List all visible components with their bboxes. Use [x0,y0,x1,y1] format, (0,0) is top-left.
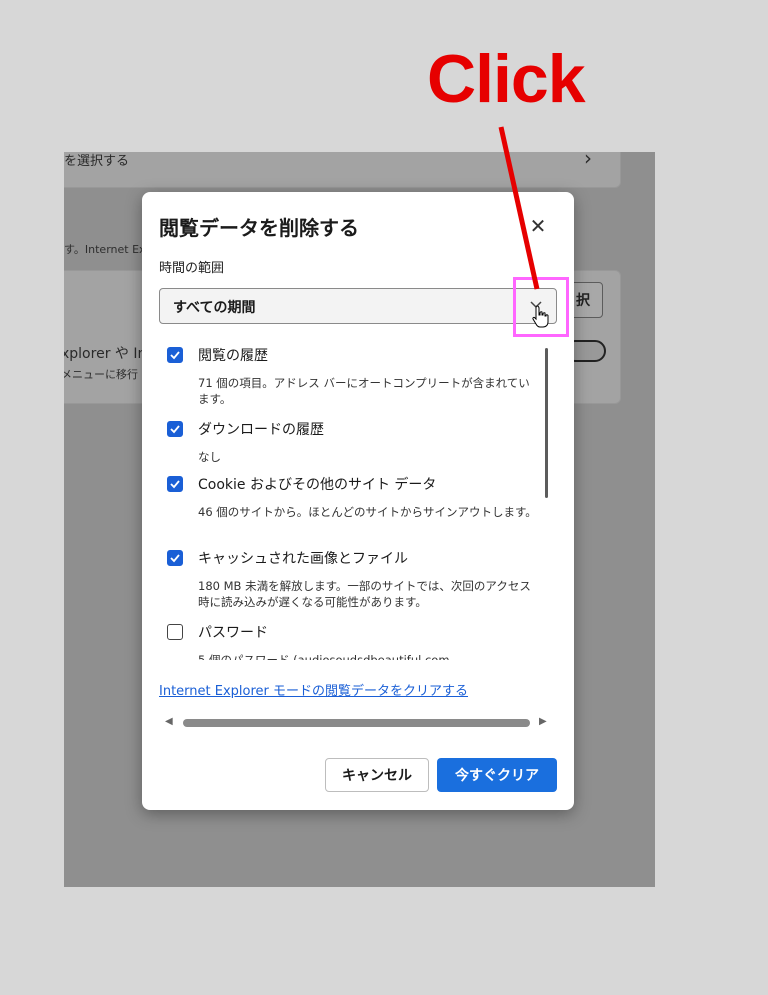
chevron-right-icon[interactable]: › [584,152,592,170]
settings-ie-option-label: xplorer や In [64,346,147,362]
checkbox-browsing-history[interactable] [167,347,183,363]
item-label: 閲覧の履歴 [198,348,268,364]
settings-ie-option-subtext: メニューに移行 [64,368,138,381]
checkbox-cached-images[interactable] [167,550,183,566]
time-range-select[interactable]: すべての期間 [159,288,557,324]
annotation-click-label: Click [427,41,586,117]
clear-now-button[interactable]: 今すぐクリア [437,758,557,792]
hand-cursor-icon [532,305,549,328]
settings-ie-description: す。Internet Ex [64,243,146,256]
list-item-passwords[interactable]: パスワード 5 個のパスワード (audiosoudsdbeautiful.co… [159,622,529,660]
dialog-title: 閲覧データを削除する [159,216,359,240]
horizontal-scrollbar[interactable] [183,719,530,727]
settings-select-button-label: 択 [576,293,590,309]
time-range-value: すべての期間 [173,300,256,316]
list-item-download-history[interactable]: ダウンロードの履歴 なし [159,419,529,464]
scroll-left-icon[interactable]: ◀ [165,716,173,727]
checkbox-download-history[interactable] [167,421,183,437]
cancel-button[interactable]: キャンセル [325,758,429,792]
item-description: なし [198,450,221,464]
close-icon[interactable]: ✕ [526,214,550,238]
list-item-cached-images[interactable]: キャッシュされた画像とファイル 180 MB 未満を解放します。一部のサイトでは… [159,548,531,609]
list-item-browsing-history[interactable]: 閲覧の履歴 71 個の項目。アドレス バーにオートコンプリートが含まれています。 [159,345,530,406]
item-label: Cookie およびその他のサイト データ [198,477,437,493]
clear-browsing-data-dialog: 閲覧データを削除する ✕ 時間の範囲 すべての期間 閲覧の履歴 71 個の項目。… [142,192,574,810]
ie-mode-clear-link[interactable]: Internet Explorer モードの閲覧データをクリアする [159,680,468,699]
scroll-right-icon[interactable]: ▶ [539,716,547,727]
settings-row-select-text: を選択する [64,154,130,169]
item-description: 5 個のパスワード (audiosoudsdbeautiful.com, [198,653,454,660]
item-description: 71 個の項目。アドレス バーにオートコンプリートが含まれています。 [198,376,530,406]
item-label: キャッシュされた画像とファイル [198,551,408,567]
data-type-list: 閲覧の履歴 71 個の項目。アドレス バーにオートコンプリートが含まれています。… [159,342,539,660]
settings-card-top [64,152,621,188]
item-description: 46 個のサイトから。ほとんどのサイトからサインアウトします。 [198,505,537,519]
checkbox-passwords[interactable] [167,624,183,640]
item-label: パスワード [198,625,268,641]
checkbox-cookies[interactable] [167,476,183,492]
vertical-scrollbar[interactable] [545,348,548,498]
time-range-label: 時間の範囲 [159,261,225,276]
item-description: 180 MB 未満を解放します。一部のサイトでは、次回のアクセス時に読み込みが遅… [198,579,531,609]
item-label: ダウンロードの履歴 [198,422,324,438]
list-item-cookies[interactable]: Cookie およびその他のサイト データ 46 個のサイトから。ほとんどのサイ… [159,474,537,534]
